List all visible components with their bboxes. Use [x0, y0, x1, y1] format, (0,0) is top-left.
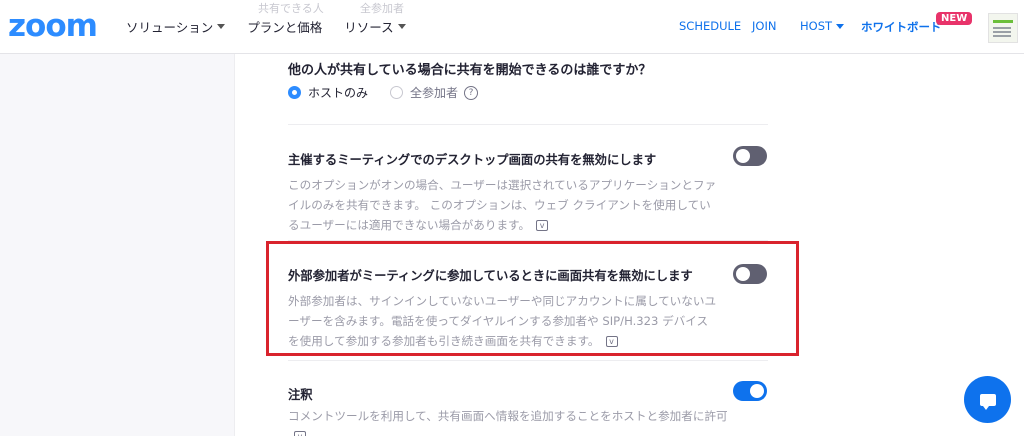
join-link[interactable]: JOIN: [752, 19, 776, 33]
nav-solutions[interactable]: ソリューション: [126, 17, 226, 36]
setting-title-disable-external-share: 外部参加者がミーティングに参加しているときに画面共有を無効にします: [288, 269, 693, 283]
zoom-logo[interactable]: zoom: [8, 8, 98, 44]
nav-pricing[interactable]: プランと価格: [247, 17, 322, 36]
whiteboard-link[interactable]: ホワイトボード: [861, 19, 942, 35]
toggle-knob: [736, 267, 750, 281]
info-box-icon[interactable]: v: [605, 336, 618, 347]
divider: [288, 360, 768, 361]
info-box-icon[interactable]: v: [294, 431, 306, 436]
toggle-knob: [736, 149, 750, 163]
radio-host-only[interactable]: [288, 86, 301, 99]
nav-solutions-label: ソリューション: [126, 20, 214, 35]
radio-host-only-label[interactable]: ホストのみ: [308, 84, 368, 101]
left-sidebar-panel: [0, 54, 235, 436]
setting-title-disable-desktop-share: 主催するミーティングでのデスクトップ画面の共有を無効にします: [288, 153, 657, 167]
new-badge: NEW: [936, 12, 973, 25]
settings-content: 他の人が共有している場合に共有を開始できるのは誰ですか？ ホストのみ 全参加者 …: [236, 54, 1024, 436]
host-label: HOST: [800, 19, 833, 33]
chat-button[interactable]: [964, 376, 1011, 423]
chevron-down-icon: [397, 24, 406, 29]
nav-resources[interactable]: リソース: [344, 17, 406, 36]
nav-resources-label: リソース: [344, 20, 394, 35]
top-navigation-bar: zoom ソリューション プランと価格 リソース 共有できる人 全参加者 SCH…: [0, 0, 1024, 54]
setting-desc-annotation: コメントツールを利用して、共有画面へ情報を追加することをホストと参加者に許可 v: [288, 406, 728, 436]
chevron-down-icon: [217, 24, 226, 29]
setting-desc-disable-desktop-share: このオプションがオンの場合、ユーザーは選択されているアプリケーションとファイルの…: [288, 175, 718, 235]
setting-desc-text: このオプションがオンの場合、ユーザーは選択されているアプリケーションとファイルの…: [288, 178, 717, 232]
question-circle-icon[interactable]: ?: [464, 85, 479, 100]
host-menu[interactable]: HOST: [800, 19, 845, 33]
chevron-down-icon: [836, 23, 845, 29]
radio-all-participants-label[interactable]: 全参加者: [410, 84, 458, 101]
setting-desc-text: コメントツールを利用して、共有画面へ情報を追加することをホストと参加者に許可: [288, 409, 728, 423]
toggle-knob: [750, 384, 764, 398]
toggle-annotation[interactable]: [733, 381, 767, 401]
chat-bubble-icon: [979, 393, 996, 410]
divider: [288, 240, 768, 241]
nav-left-menu: ソリューション プランと価格 リソース: [126, 17, 428, 36]
info-box-icon[interactable]: v: [536, 220, 549, 231]
ghost-text-left: 共有できる人: [258, 2, 324, 15]
avatar[interactable]: [988, 13, 1018, 43]
ghost-text-right: 全参加者: [360, 2, 404, 15]
sharing-question-title: 他の人が共有している場合に共有を開始できるのは誰ですか？: [288, 63, 652, 78]
setting-title-annotation: 注釈: [288, 388, 313, 402]
nav-pricing-label: プランと価格: [247, 20, 323, 35]
schedule-link[interactable]: SCHEDULE: [679, 19, 741, 33]
radio-all-participants[interactable]: [390, 86, 404, 99]
sharing-radio-group: ホストのみ 全参加者 ?: [288, 84, 479, 101]
divider: [288, 124, 768, 125]
toggle-disable-external-share[interactable]: [733, 264, 767, 284]
setting-desc-text: 外部参加者は、サインインしていないユーザーや同じアカウントに属していないユーザー…: [288, 294, 717, 348]
toggle-disable-desktop-share[interactable]: [733, 146, 767, 166]
setting-desc-disable-external-share: 外部参加者は、サインインしていないユーザーや同じアカウントに属していないユーザー…: [288, 291, 718, 351]
